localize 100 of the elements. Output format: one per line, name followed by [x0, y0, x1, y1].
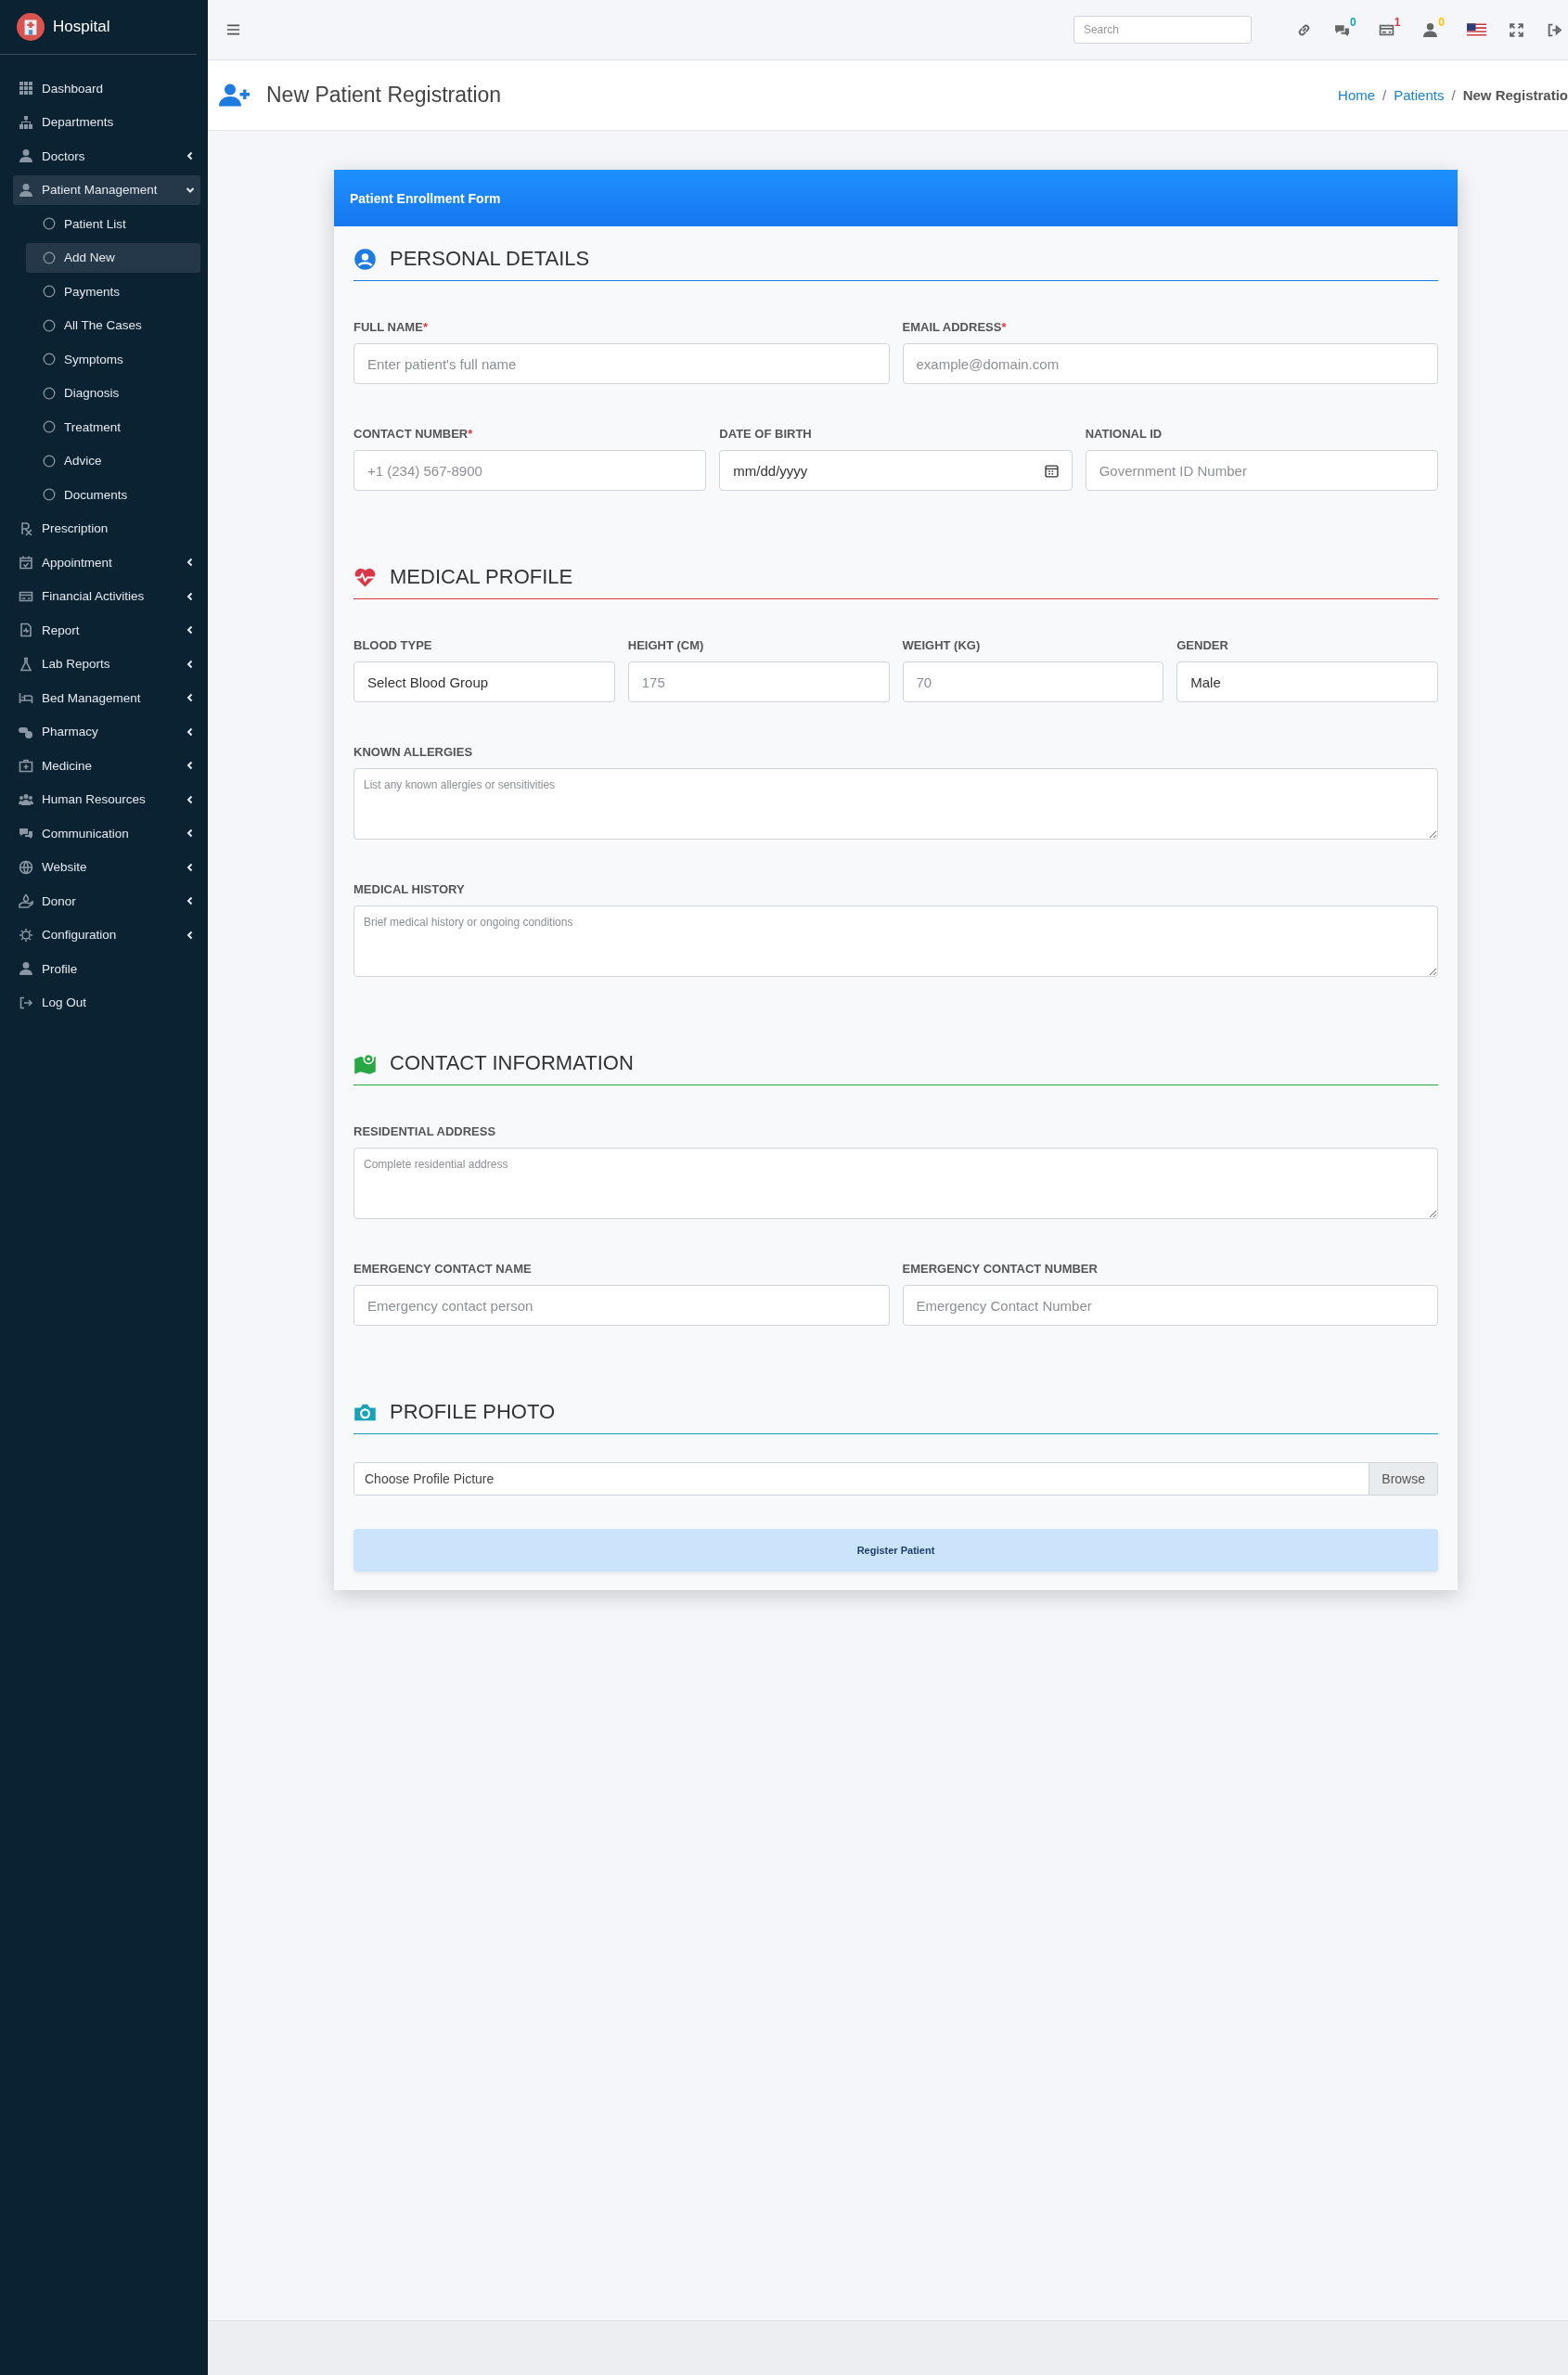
page-title: New Patient Registration [266, 83, 502, 108]
chevron-left-icon [186, 930, 195, 940]
circle-icon [43, 386, 56, 400]
input-field[interactable]: 70 [902, 661, 1164, 702]
text-area[interactable]: List any known allergies or sensitivities [353, 768, 1438, 840]
sidebar-item[interactable]: Configuration [13, 919, 200, 950]
sidebar-item[interactable]: Doctors [13, 141, 200, 171]
input-field[interactable]: +1 (234) 567-8900 [353, 450, 707, 491]
date-field[interactable]: mm/dd/yyyy [719, 450, 1073, 491]
sidebar-subitem[interactable]: Documents [26, 480, 200, 509]
field-label: EMERGENCY CONTACT NUMBER [902, 1262, 1099, 1276]
breadcrumb-link[interactable]: Home [1338, 87, 1376, 103]
user-icon [19, 148, 33, 163]
sidebar-item[interactable]: Communication [13, 818, 200, 848]
sidebar-subitem[interactable]: Symptoms [26, 344, 200, 374]
sidebar-subitem[interactable]: All The Cases [26, 310, 200, 340]
circle-icon [43, 454, 56, 468]
chevron-left-icon [186, 794, 195, 804]
sidebar-item[interactable]: Financial Activities [13, 581, 200, 611]
user-icon [19, 182, 33, 198]
chevron-left-icon [186, 659, 195, 669]
field-label: HEIGHT (CM) [627, 638, 705, 652]
sidebar-item[interactable]: Profile [13, 954, 200, 983]
notification-count: 1 [1394, 15, 1401, 29]
card-title: Patient Enrollment Form [350, 190, 501, 206]
field-label: RESIDENTIAL ADDRESS [353, 1124, 497, 1138]
chevron-left-icon [186, 726, 195, 737]
chevron-left-icon [186, 591, 195, 601]
chevron-left-icon [186, 693, 195, 702]
sidebar-subitem[interactable]: Add New [26, 242, 200, 273]
circle-icon [43, 420, 56, 433]
users-icon [19, 791, 33, 807]
sidebar-item[interactable]: Patient Management [13, 174, 200, 205]
input-field[interactable]: Emergency contact person [353, 1285, 890, 1326]
text-area[interactable]: Complete residential address [353, 1148, 1438, 1219]
user-icon [19, 961, 33, 976]
breadcrumb-separator: / [1451, 87, 1456, 103]
input-field[interactable]: 175 [627, 661, 890, 702]
field-label: GENDER [1176, 638, 1229, 652]
sidebar-item[interactable]: Appointment [13, 547, 200, 577]
logout-icon[interactable] [1547, 21, 1562, 38]
sidebar-subitem[interactable]: Advice [26, 445, 200, 476]
map-pin-icon [353, 1051, 377, 1075]
register-button[interactable]: Register Patient [353, 1529, 1438, 1572]
circle-icon [43, 318, 56, 332]
sidebar-item[interactable]: Dashboard [13, 73, 200, 103]
sidebar-item[interactable]: Website [13, 852, 200, 882]
section-title: CONTACT INFORMATION [390, 1051, 634, 1075]
bed-icon [19, 690, 33, 705]
input-field[interactable]: Emergency Contact Number [902, 1285, 1438, 1326]
chevron-left-icon [186, 761, 195, 770]
select-field[interactable]: Male [1176, 661, 1438, 702]
circle-icon [43, 488, 56, 501]
sidebar-item[interactable]: Lab Reports [13, 648, 200, 679]
circle-icon [43, 353, 56, 366]
chat-icon [19, 826, 33, 841]
document-icon [19, 623, 33, 637]
sidebar-item[interactable]: Donor [13, 886, 200, 916]
field-label: BLOOD TYPE [353, 638, 433, 652]
field-label: WEIGHT (KG) [902, 638, 982, 652]
sidebar-item[interactable]: Log Out [13, 987, 200, 1018]
menu-icon[interactable] [226, 23, 240, 36]
add-user-icon [219, 83, 250, 108]
hierarchy-icon [19, 114, 33, 130]
input-field[interactable]: Government ID Number [1085, 450, 1438, 491]
sidebar-item[interactable]: Medicine [13, 751, 200, 780]
input-field[interactable]: Enter patient's full name [353, 343, 890, 384]
input-field[interactable]: example@domain.com [902, 343, 1438, 384]
fullscreen-icon[interactable] [1509, 21, 1524, 38]
sidebar-subitem[interactable]: Diagnosis [26, 378, 200, 408]
notification-count: 0 [1349, 15, 1356, 29]
circle-icon [43, 250, 56, 264]
hospital-logo-icon [17, 13, 45, 41]
breadcrumb-current[interactable]: New Registratio [1462, 87, 1568, 103]
gear-icon [19, 927, 33, 943]
sidebar-item[interactable]: Human Resources [13, 784, 200, 815]
sidebar-item[interactable]: Bed Management [13, 683, 200, 712]
sidebar-subitem[interactable]: Payments [26, 276, 200, 306]
breadcrumb-link[interactable]: Patients [1394, 87, 1445, 103]
select-field[interactable]: Select Blood Group [353, 661, 615, 702]
sidebar-item[interactable]: Report [13, 615, 200, 645]
hand-drop-icon [19, 893, 33, 908]
grid-icon [19, 81, 33, 96]
text-area[interactable]: Brief medical history or ongoing conditions [353, 905, 1438, 977]
search-field[interactable]: Search [1073, 16, 1252, 44]
sidebar-item[interactable]: Pharmacy [13, 716, 200, 747]
sidebar-item[interactable]: Departments [13, 107, 200, 137]
sidebar-item[interactable]: Prescription [13, 513, 200, 544]
sidebar-subitem[interactable]: Treatment [26, 412, 200, 442]
chevron-left-icon [186, 828, 195, 838]
field-label: DATE OF BIRTH [719, 427, 813, 441]
section-title: PROFILE PHOTO [390, 1400, 556, 1424]
flask-icon [19, 656, 33, 672]
sidebar-subitem[interactable]: Patient List [26, 209, 200, 238]
field-label: MEDICAL HISTORY [353, 882, 466, 896]
flag-icon[interactable] [1467, 22, 1486, 37]
brand-name: Hospital [53, 18, 110, 36]
logout-icon [19, 995, 33, 1010]
user-icon[interactable] [1422, 21, 1439, 38]
calendar-icon[interactable] [1044, 463, 1059, 478]
